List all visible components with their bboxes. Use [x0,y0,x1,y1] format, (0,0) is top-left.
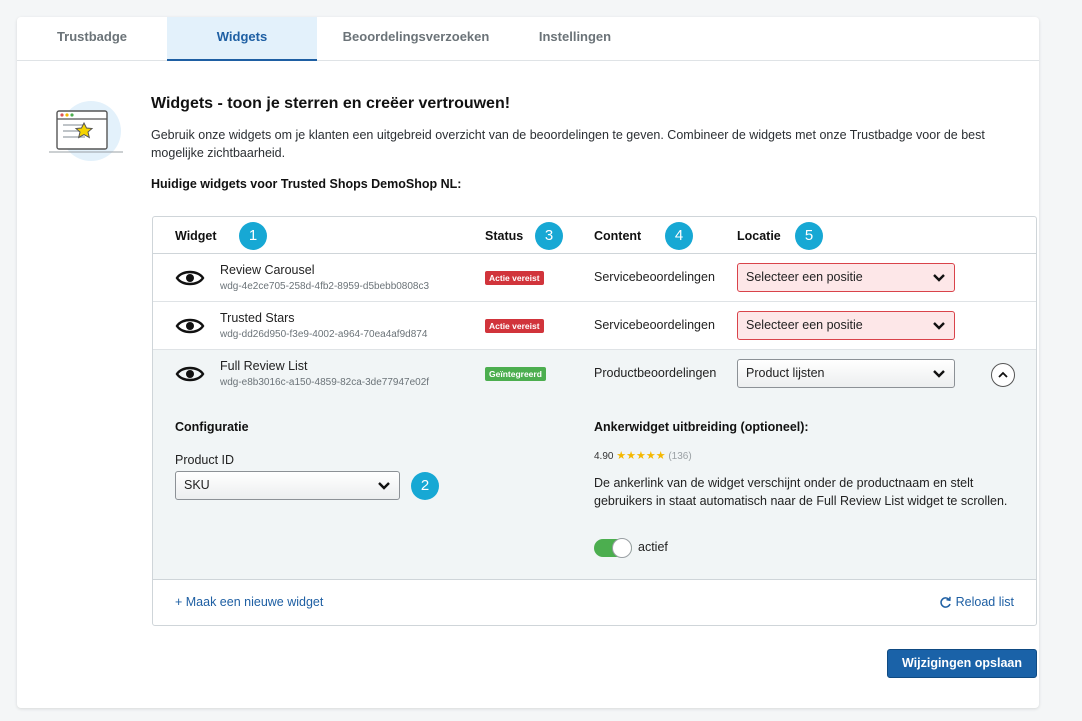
rating-value: 4.90 [594,451,614,462]
chevron-down-icon [933,370,945,378]
marker-5: 5 [795,222,823,250]
status-badge: Actie vereist [485,271,544,285]
widgets-table: Widget 1 Status 3 Content 4 Locatie 5 Re… [152,216,1037,626]
new-widget-link[interactable]: + Maak een nieuwe widget [175,595,323,609]
widget-content: Servicebeoordelingen [594,318,715,332]
tab-widgets[interactable]: Widgets [167,17,317,61]
table-row: Full Review List wdg-e8b3016c-a150-4859-… [153,350,1036,398]
reload-list-link[interactable]: Reload list [939,595,1014,609]
tab-instellingen[interactable]: Instellingen [515,17,635,61]
widget-illustration-icon [49,101,123,161]
rating-preview: 4.90 ★★★★★ (136) [594,449,692,462]
tab-bar: Trustbadge Widgets Beoordelingsverzoeken… [17,17,1039,61]
status-badge: Actie vereist [485,319,544,333]
configuration-title: Configuratie [175,420,249,434]
location-select[interactable]: Product lijsten [737,359,955,388]
chevron-up-icon [998,371,1008,378]
location-select-value: Selecteer een positie [746,270,863,284]
table-row: Trusted Stars wdg-dd26d950-f3e9-4002-a96… [153,302,1036,350]
anchor-toggle[interactable] [594,538,632,558]
eye-icon[interactable] [175,267,205,289]
save-button[interactable]: Wijzigingen opslaan [887,649,1037,678]
location-select-value: Selecteer een positie [746,318,863,332]
star-icon: ★★★★★ [616,450,666,462]
chevron-down-icon [933,322,945,330]
table-header: Widget 1 Status 3 Content 4 Locatie 5 [153,217,1036,254]
chevron-down-icon [378,482,390,490]
page-description: Gebruik onze widgets om je klanten een u… [151,128,985,160]
refresh-icon [939,596,951,608]
eye-icon[interactable] [175,315,205,337]
location-select-value: Product lijsten [746,366,825,380]
marker-4: 4 [665,222,693,250]
reload-label: Reload list [955,595,1014,609]
widget-name: Review Carousel [220,263,315,277]
widget-id: wdg-e8b3016c-a150-4859-82ca-3de77947e02f [220,377,430,388]
widget-name: Trusted Stars [220,311,295,325]
collapse-button[interactable] [991,363,1015,387]
rating-count: (136) [668,451,692,462]
anchor-widget-title: Ankerwidget uitbreiding (optioneel): [594,420,809,434]
widget-name: Full Review List [220,359,308,373]
product-id-select[interactable]: SKU [175,471,400,500]
marker-1: 1 [239,222,267,250]
table-row: Review Carousel wdg-4e2ce705-258d-4fb2-8… [153,254,1036,302]
chevron-down-icon [933,274,945,282]
column-content: Content [594,229,642,243]
widget-content: Servicebeoordelingen [594,270,715,284]
marker-3: 3 [535,222,563,250]
widget-content: Productbeoordelingen [594,366,717,380]
current-widgets-heading: Huidige widgets voor Trusted Shops DemoS… [151,177,462,191]
marker-2: 2 [411,472,439,500]
column-locatie: Locatie [737,229,781,243]
location-select[interactable]: Selecteer een positie [737,311,955,340]
location-select[interactable]: Selecteer een positie [737,263,955,292]
eye-icon[interactable] [175,363,205,385]
tab-trustbadge[interactable]: Trustbadge [17,17,167,61]
column-widget: Widget [175,229,217,243]
product-id-select-value: SKU [184,478,210,492]
tab-beoordelingsverzoeken[interactable]: Beoordelingsverzoeken [317,17,515,61]
status-badge: Geïntegreerd [485,367,546,381]
toggle-knob [612,538,632,558]
column-status: Status [485,229,524,243]
product-id-label: Product ID [175,453,235,467]
widgets-card: Trustbadge Widgets Beoordelingsverzoeken… [17,17,1039,708]
toggle-label: actief [638,540,668,554]
widget-id: wdg-4e2ce705-258d-4fb2-8959-d5bebb0808c3 [220,281,430,292]
anchor-widget-description: De ankerlink van de widget verschijnt on… [594,476,1008,508]
page-title: Widgets - toon je sterren en creëer vert… [151,95,511,112]
widget-id: wdg-dd26d950-f3e9-4002-a964-70ea4af9d874 [220,329,428,340]
